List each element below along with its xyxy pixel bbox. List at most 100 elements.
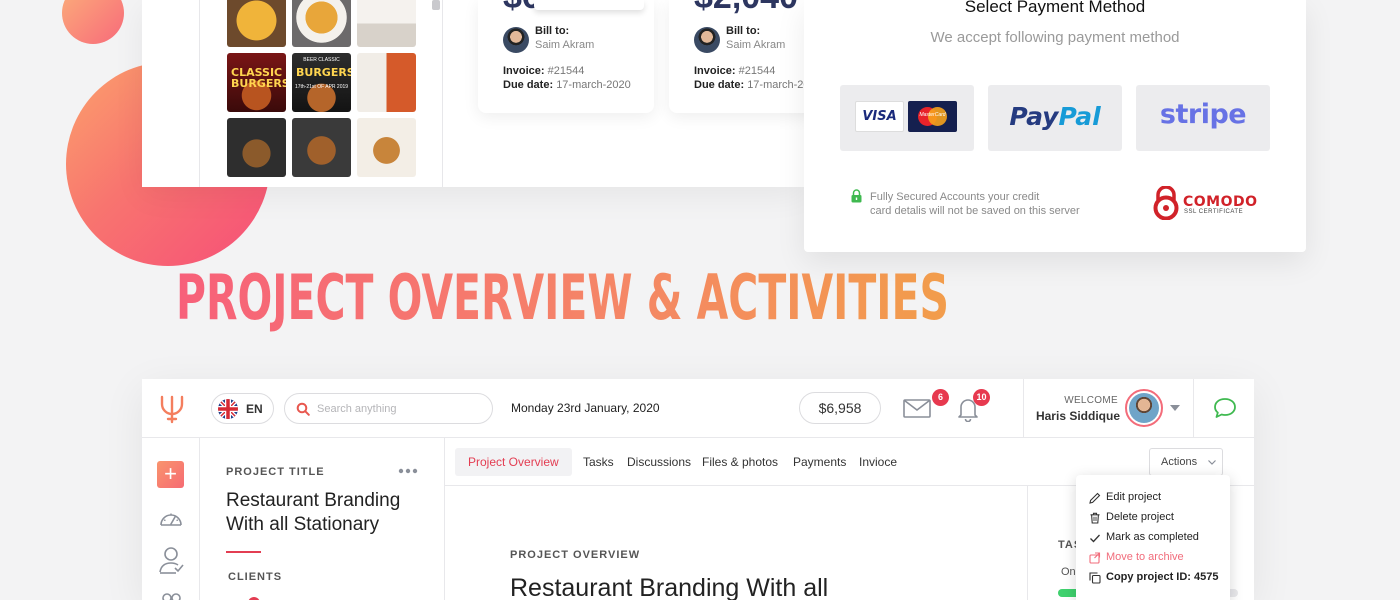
search-bar[interactable]	[284, 393, 493, 424]
thumbnail-food-photo[interactable]	[227, 118, 286, 177]
bill-to-label: Bill to:	[726, 25, 761, 37]
decor-circle-small	[62, 0, 124, 44]
thumbnail-burger-photo[interactable]	[292, 118, 351, 177]
more-options-icon[interactable]	[398, 468, 418, 474]
actions-dropdown-menu: Edit project Delete project Mark as comp…	[1076, 475, 1230, 600]
due-date-row: Due date: 17-march-2020	[503, 79, 631, 91]
invoice-number: #21544	[547, 65, 585, 77]
comodo-lock-icon	[1153, 186, 1179, 220]
project-title-label: PROJECT TITLE	[226, 466, 325, 478]
thumbnail-date: 17th-21st OF APR 2019	[294, 84, 349, 90]
thumbnail-subtitle: BEER CLASSIC	[303, 57, 340, 63]
payment-title: Select Payment Method	[964, 0, 1146, 16]
notification-count-badge: 10	[973, 389, 990, 406]
menu-item-label: Edit project	[1106, 491, 1162, 503]
language-selector[interactable]: EN	[211, 393, 274, 424]
card-payment-option[interactable]: VISA MasterCard	[840, 85, 974, 151]
invoice-number-row: Invoice: #21544	[694, 65, 775, 77]
section-headline: PROJECT OVERVIEW & ACTIVITIES	[176, 261, 949, 334]
tab-project-overview[interactable]: Project Overview	[455, 448, 572, 476]
balance-pill[interactable]: $6,958	[799, 392, 881, 424]
menu-item-label: Move to archive	[1106, 551, 1184, 563]
menu-item-label: Mark as completed	[1106, 531, 1199, 543]
security-note-line1: Fully Secured Accounts your credit	[870, 191, 1040, 203]
caret-down-icon[interactable]	[1170, 404, 1180, 412]
menu-item-label: Delete project	[1106, 511, 1174, 523]
user-name: Haris Siddique	[1035, 409, 1120, 423]
thumbnail-fries[interactable]	[227, 0, 286, 47]
payment-method-panel: Select Payment Method We accept followin…	[804, 0, 1306, 252]
invoice-amount: $2,040	[694, 0, 798, 17]
accent-divider	[226, 551, 261, 553]
security-note: Fully Secured Accounts your credit card …	[870, 190, 1120, 218]
thumbnail-burger-poster-2[interactable]: BEER CLASSIC BURGERS 17th-21st OF APR 20…	[292, 53, 351, 112]
search-input[interactable]	[317, 400, 482, 418]
thumbnail-menu-flyer-2[interactable]	[357, 53, 416, 112]
overview-content: PROJECT OVERVIEW Restaurant Branding Wit…	[445, 486, 1027, 600]
add-button[interactable]: +	[157, 461, 184, 488]
thumbnail-title: BURGERS	[296, 66, 351, 79]
paypal-payment-option[interactable]: PayPal	[988, 85, 1122, 151]
welcome-label: WELCOME	[1064, 395, 1118, 406]
thumbnail-burger-photo-2[interactable]	[357, 118, 416, 177]
comodo-subtitle: SSL CERTIFICATE	[1184, 209, 1244, 215]
comodo-ssl-badge: COMODO SSL CERTIFICATE	[1152, 184, 1262, 224]
language-code: EN	[246, 402, 263, 416]
divider	[442, 0, 443, 187]
invoice-card[interactable]: $6 Bill to: Saim Akram Invoice: #21544 D…	[478, 0, 654, 113]
avatar-image	[1129, 393, 1159, 423]
due-date-label: Due date:	[503, 79, 554, 91]
thumbnail-menu-flyer[interactable]	[357, 0, 416, 47]
uk-flag-icon	[218, 399, 238, 419]
task-status-label: On	[1061, 566, 1076, 578]
project-info-panel: PROJECT TITLE Restaurant Branding With a…	[200, 438, 445, 600]
check-icon	[1090, 534, 1100, 543]
overview-label: PROJECT OVERVIEW	[510, 549, 641, 561]
scrollbar[interactable]	[432, 0, 440, 10]
copy-icon	[1089, 572, 1101, 584]
trident-logo-icon[interactable]	[159, 394, 185, 424]
bill-to-name: Saim Akram	[726, 39, 786, 51]
archive-icon	[1089, 552, 1101, 564]
security-note-line2: card detalis will not be saved on this s…	[870, 205, 1080, 217]
current-date: Monday 23rd January, 2020	[511, 401, 660, 415]
payment-subtitle: We accept following payment method	[930, 29, 1180, 46]
pencil-icon	[1089, 492, 1101, 504]
paypal-logo: PayPal	[988, 102, 1122, 131]
menu-item-label: Copy project ID: 4575	[1106, 571, 1219, 583]
invoice-label: Invoice:	[694, 65, 736, 77]
user-icon[interactable]	[158, 545, 184, 575]
team-icon[interactable]	[158, 590, 184, 600]
visa-logo: VISA	[855, 101, 904, 132]
avatar	[694, 27, 720, 53]
due-date: 17-march-2020	[556, 79, 631, 91]
due-date-label: Due date:	[694, 79, 745, 91]
divider	[1193, 379, 1194, 438]
mail-count-badge: 6	[932, 389, 949, 406]
clients-label: CLIENTS	[228, 571, 283, 583]
invoice-label: Invoice:	[503, 65, 545, 77]
tab-files-photos[interactable]: Files & photos	[689, 448, 791, 476]
avatar[interactable]	[1125, 389, 1163, 427]
overview-title: Restaurant Branding With all	[510, 574, 829, 600]
invoice-card[interactable]: $2,040 Bill to: Saim Akram Invoice: #215…	[669, 0, 804, 113]
mastercard-logo: MasterCard	[908, 101, 957, 132]
project-name: Restaurant Branding With all Stationary	[226, 490, 401, 535]
sidebar: +	[142, 438, 200, 600]
stripe-payment-option[interactable]: stripe	[1136, 85, 1270, 151]
top-header: EN Monday 23rd January, 2020 $6,958 6 10…	[142, 379, 1254, 438]
thumbnail-burger-poster[interactable]: CLASSIC BURGERS	[227, 53, 286, 112]
bill-to-label: Bill to:	[535, 25, 570, 37]
chevron-down-icon	[1208, 460, 1216, 465]
due-date: 17-march-2020	[747, 79, 804, 91]
project-app-window: EN Monday 23rd January, 2020 $6,958 6 10…	[142, 379, 1254, 600]
thumbnail-title: CLASSIC BURGERS	[231, 66, 286, 90]
dashboard-gauge-icon[interactable]	[158, 506, 184, 532]
bill-to-name: Saim Akram	[535, 39, 595, 51]
actions-label: Actions	[1161, 456, 1198, 468]
chat-icon[interactable]	[1213, 397, 1237, 419]
thumbnail-fries-plate[interactable]	[292, 0, 351, 47]
tab-invoice[interactable]: Invioce	[846, 448, 910, 476]
mail-icon[interactable]	[903, 399, 931, 418]
actions-button[interactable]: Actions	[1149, 448, 1223, 476]
